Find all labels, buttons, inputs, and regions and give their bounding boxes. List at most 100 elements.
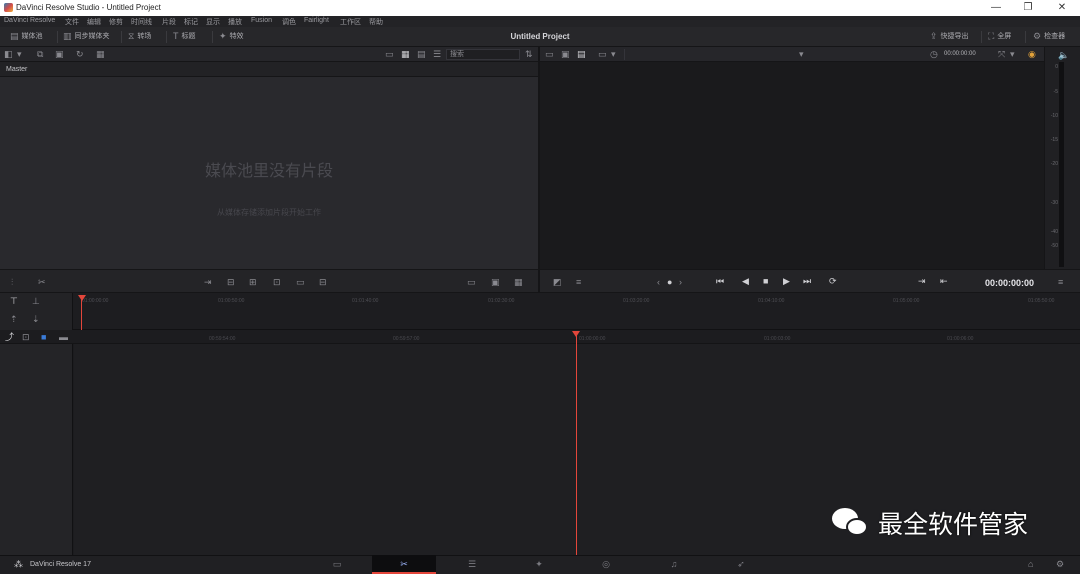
transform-icon[interactable]: ⤧ <box>998 50 1005 59</box>
list-view-icon[interactable]: ☰ <box>433 50 441 59</box>
blade-tool-icon[interactable]: ⫶ <box>11 278 13 287</box>
inspector-button[interactable]: ⚙ 检查器 <box>1033 31 1065 41</box>
home-icon[interactable]: ⌂ <box>1028 560 1033 569</box>
snap-icon[interactable]: ⊡ <box>22 333 30 342</box>
chevron-down-icon[interactable]: ▾ <box>17 50 22 59</box>
mark-out-icon[interactable]: ⇤ <box>940 277 948 286</box>
dual-view-icon[interactable]: ▤ <box>577 50 586 59</box>
cut-page-icon: ✂ <box>400 559 408 569</box>
previous-marker-icon[interactable]: ‹ <box>657 278 660 287</box>
menu-fairlight[interactable]: Fairlight <box>304 17 329 24</box>
menu-edit[interactable]: 编辑 <box>87 17 101 27</box>
menu-view[interactable]: 显示 <box>206 17 220 27</box>
place-on-top-icon[interactable]: ▭ <box>296 278 305 287</box>
zoom-custom-icon[interactable]: ▦ <box>514 278 523 287</box>
smart-insert-icon[interactable]: ⇥ <box>204 278 212 287</box>
speaker-icon[interactable]: 🔈 <box>1058 51 1069 60</box>
fullscreen-label: 全屏 <box>997 33 1012 40</box>
source-overwrite-icon[interactable]: ⊟ <box>319 278 327 287</box>
refresh-icon[interactable]: ↻ <box>76 50 84 59</box>
ripple-overwrite-icon[interactable]: ⊞ <box>249 278 257 287</box>
maximize-button[interactable]: ❐ <box>1014 1 1042 15</box>
menu-trim[interactable]: 修剪 <box>109 17 123 27</box>
viewer-options-icon[interactable]: ≡ <box>576 278 581 287</box>
jog-icon[interactable]: ◩ <box>553 278 562 287</box>
search-input[interactable]: 搜索 <box>446 49 520 60</box>
menu-color[interactable]: 调色 <box>282 17 296 27</box>
loop-icon[interactable]: ⟳ <box>829 277 837 286</box>
close-up-icon[interactable]: ⊡ <box>273 278 281 287</box>
menu-timeline[interactable]: 时间线 <box>131 17 152 27</box>
link-icon[interactable]: ⤴ <box>5 333 14 342</box>
fairlight-page-tab[interactable]: ♫ <box>642 555 706 574</box>
more-options-icon[interactable]: ≡ <box>1058 278 1063 287</box>
new-bin-icon[interactable]: ▣ <box>55 50 64 59</box>
menu-workspace[interactable]: 工作区 <box>340 17 361 27</box>
trim-tool-icon[interactable]: ⊥ <box>32 297 40 306</box>
film-icon[interactable]: ▬ <box>59 333 68 342</box>
safe-area-icon[interactable]: ▭ <box>598 50 607 59</box>
mark-in-icon[interactable]: ⇥ <box>918 277 926 286</box>
meter-label: 0 <box>1055 64 1058 70</box>
quick-export-button[interactable]: ⇪ 快捷导出 <box>930 31 969 41</box>
append-icon[interactable]: ⊟ <box>227 278 235 287</box>
menu-davinci-resolve[interactable]: DaVinci Resolve <box>4 17 55 24</box>
thumbnail-view-icon[interactable]: ▦ <box>401 50 410 59</box>
export-icon: ⇪ <box>930 30 938 41</box>
chevron-down-icon[interactable]: ▾ <box>611 50 616 59</box>
bin-name[interactable]: Master <box>6 66 27 73</box>
marker-dot-icon[interactable]: ● <box>667 278 672 287</box>
scissors-icon[interactable]: ✂ <box>38 278 46 287</box>
media-pool-breadcrumb: Master <box>0 62 538 77</box>
stop-icon[interactable]: ■ <box>763 277 768 286</box>
go-to-start-icon[interactable]: ⏮ <box>716 277 724 286</box>
track-down-icon[interactable]: ⇣ <box>32 315 40 324</box>
selection-tool-icon[interactable]: ⊤ <box>10 297 18 306</box>
fusion-page-tab[interactable]: ✦ <box>507 555 571 574</box>
render-cache-icon[interactable]: ◉ <box>1028 50 1036 59</box>
media-pool-area[interactable]: 媒体池里没有片段 从媒体存储添加片段开始工作 <box>0 77 538 269</box>
color-page-tab[interactable]: ◎ <box>574 555 638 574</box>
timeline-view-icon[interactable]: ▣ <box>561 50 570 59</box>
timeline-playhead[interactable] <box>576 335 577 555</box>
menu-fusion[interactable]: Fusion <box>251 17 272 24</box>
viewer-timecode[interactable]: 00:00:00:00 <box>985 278 1034 288</box>
position-lock-icon[interactable]: ■ <box>41 333 46 342</box>
go-to-end-icon[interactable]: ⏭ <box>803 277 811 286</box>
sidebar-toggle-icon[interactable]: ◧ <box>4 50 13 59</box>
menu-playback[interactable]: 播放 <box>228 17 242 27</box>
settings-gear-icon[interactable]: ⚙ <box>1056 560 1064 569</box>
play-reverse-icon[interactable]: ◀ <box>742 277 749 286</box>
strip-view-icon[interactable]: ▤ <box>417 50 426 59</box>
play-icon[interactable]: ▶ <box>783 277 790 286</box>
menu-help[interactable]: 帮助 <box>369 17 383 27</box>
cut-page-tab[interactable]: ✂ <box>372 555 436 574</box>
source-tape-icon[interactable]: ▭ <box>545 50 554 59</box>
overview-playhead[interactable] <box>81 298 82 330</box>
sort-icon[interactable]: ⇅ <box>525 50 533 59</box>
metadata-view-icon[interactable]: ▭ <box>385 50 394 59</box>
menu-file[interactable]: 文件 <box>65 17 79 27</box>
overview-playhead-head[interactable] <box>78 295 86 301</box>
davinci-logo-icon <box>4 3 13 12</box>
sync-icon[interactable]: ▦ <box>96 50 105 59</box>
edit-page-tab[interactable]: ☰ <box>440 555 504 574</box>
close-button[interactable]: ✕ <box>1048 1 1076 15</box>
chevron-down-icon[interactable]: ▾ <box>1010 50 1015 59</box>
menu-clip[interactable]: 片段 <box>162 17 176 27</box>
next-marker-icon[interactable]: › <box>679 278 682 287</box>
timeline-ruler[interactable]: ⤴ ⊡ ■ ▬ <box>0 331 1080 344</box>
quick-export-label: 快捷导出 <box>940 33 969 40</box>
clip-select-dropdown[interactable]: ▾ <box>624 49 808 60</box>
zoom-full-icon[interactable]: ▭ <box>467 278 476 287</box>
fullscreen-button[interactable]: ⛶ 全屏 <box>988 31 1011 41</box>
track-up-icon[interactable]: ⇡ <box>10 315 18 324</box>
viewer-timecode-top[interactable]: 00:00:00:00 <box>944 51 976 57</box>
menu-mark[interactable]: 标记 <box>184 17 198 27</box>
zoom-detail-icon[interactable]: ▣ <box>491 278 500 287</box>
minimize-button[interactable]: — <box>982 1 1010 15</box>
media-page-tab[interactable]: ▭ <box>305 555 369 574</box>
deliver-page-tab[interactable]: ➶ <box>709 555 773 574</box>
import-media-icon[interactable]: ⧉ <box>37 50 43 59</box>
viewer-screen[interactable] <box>540 62 1044 269</box>
